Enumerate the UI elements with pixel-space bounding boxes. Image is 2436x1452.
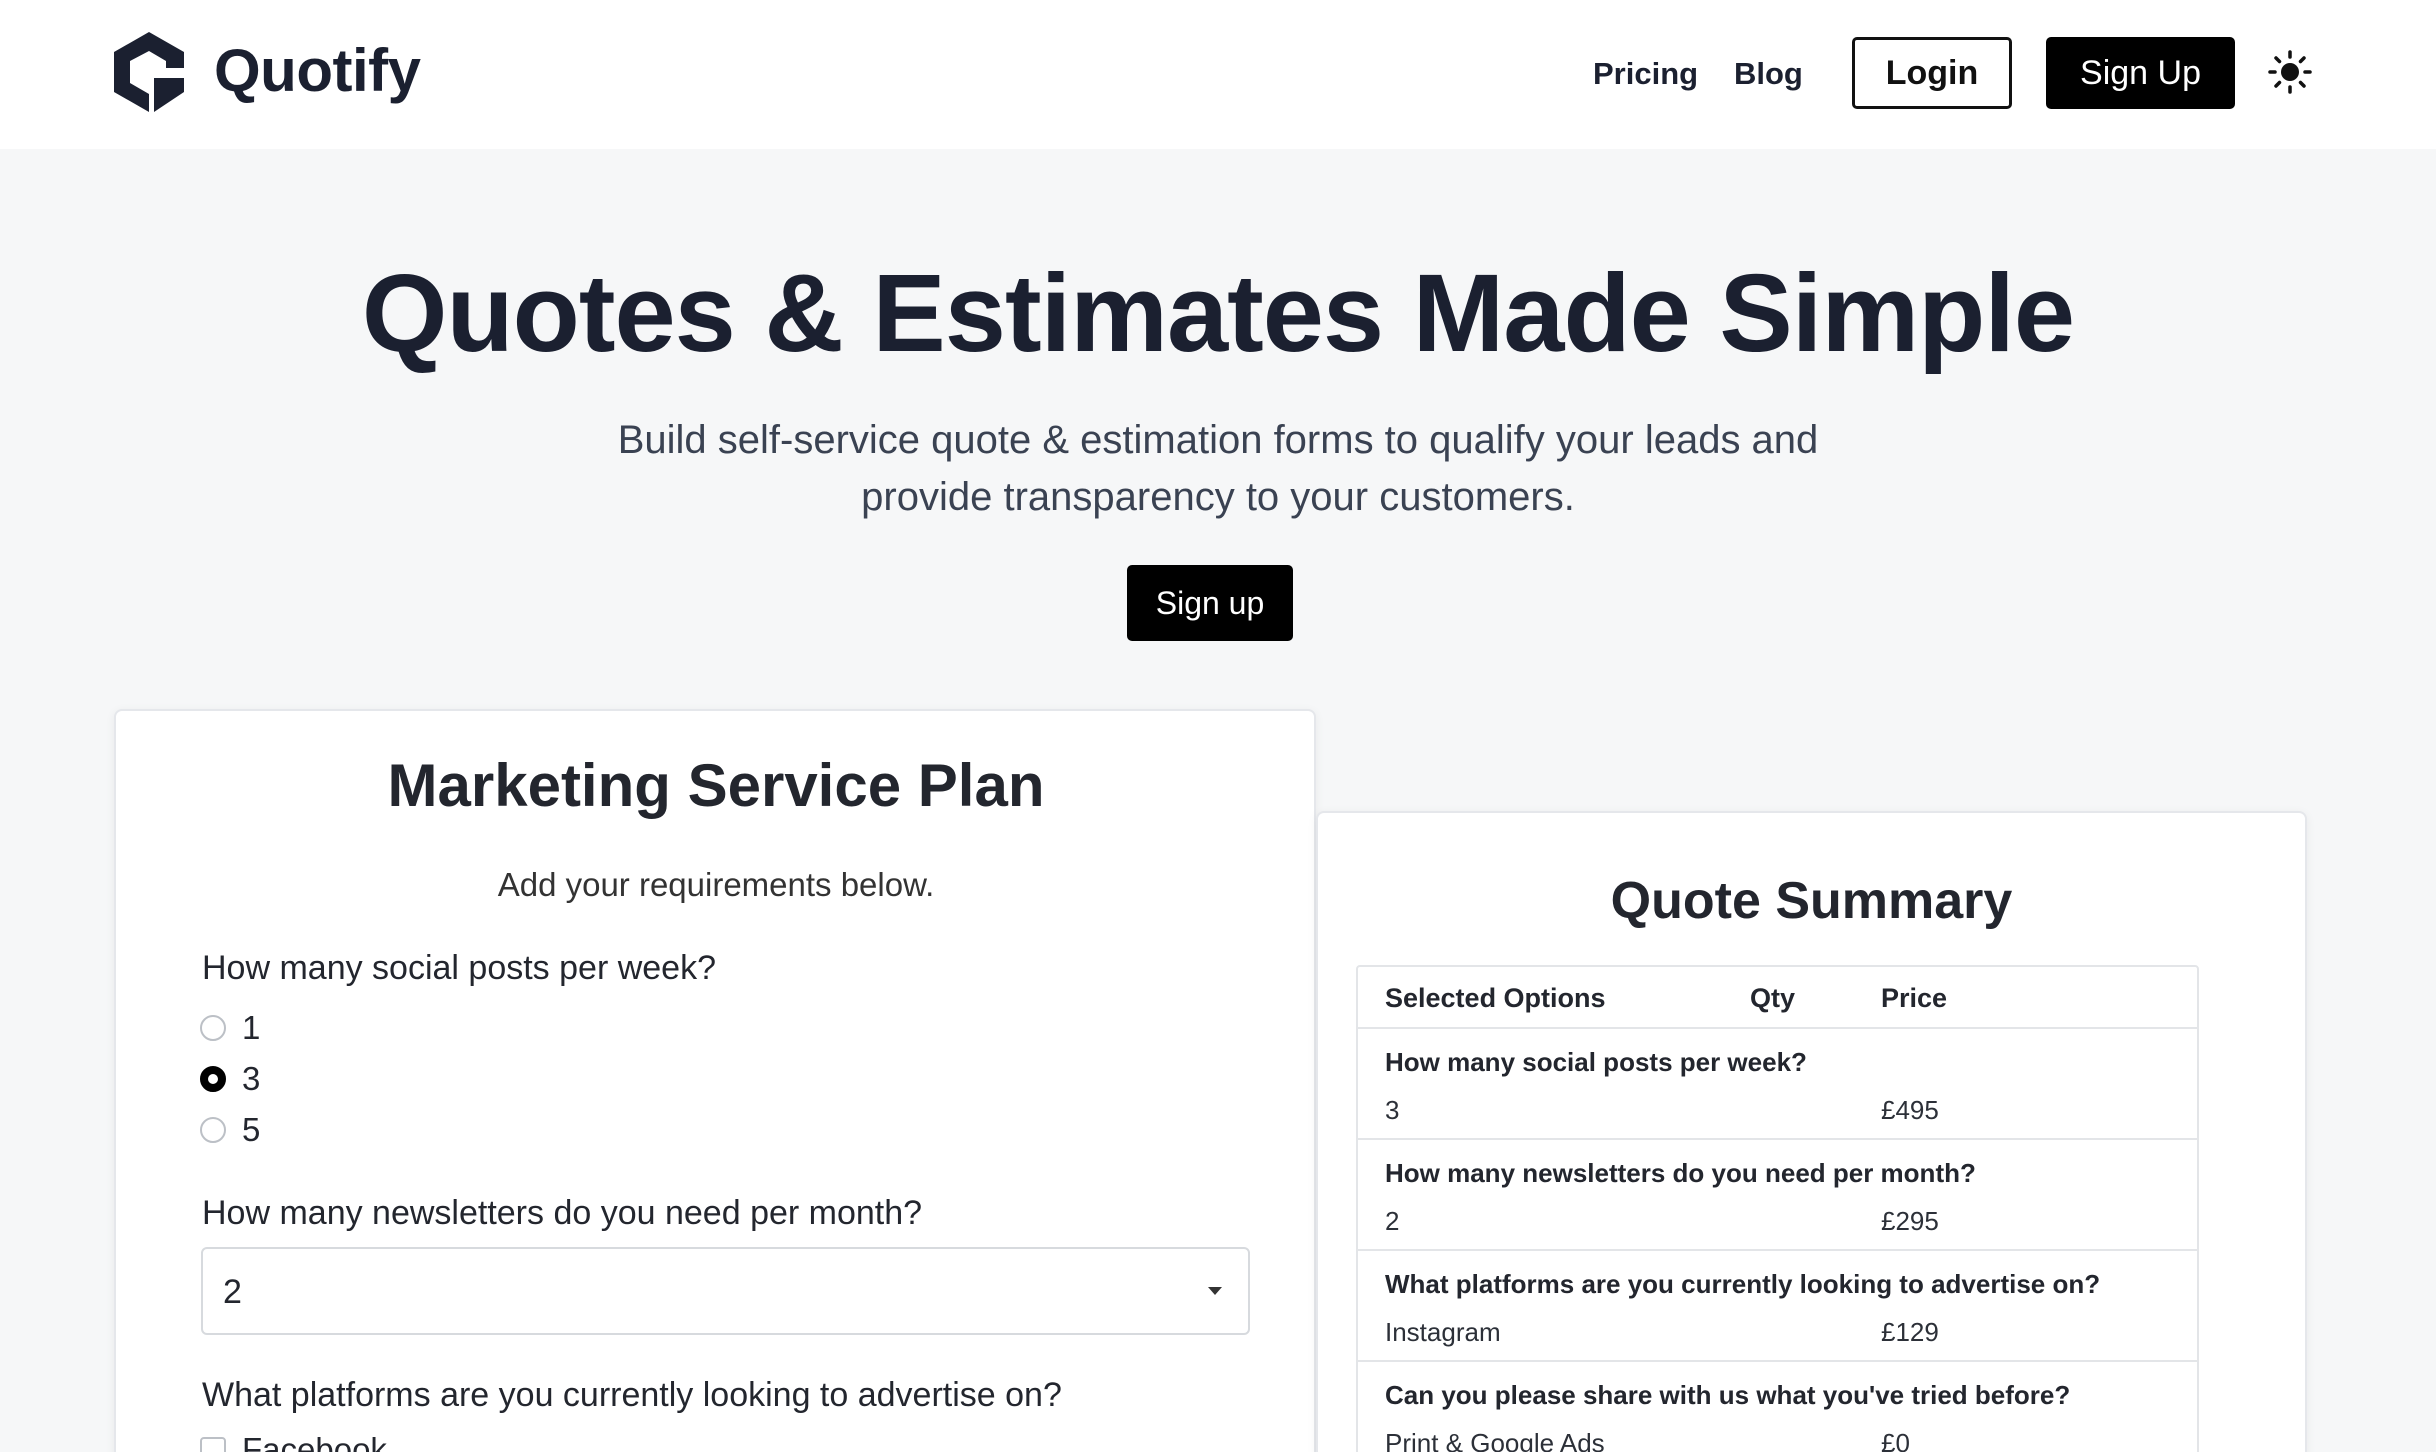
row-answer: 2 [1385,1206,1400,1236]
table-row: Can you please share with us what you've… [1358,1362,2197,1452]
row-question: Can you please share with us what you've… [1385,1380,2071,1410]
table-row: What platforms are you currently looking… [1358,1251,2197,1362]
quote-form-card: Marketing Service Plan Add your requirem… [114,709,1316,1452]
hero-subtitle: Build self-service quote & estimation fo… [0,412,2436,526]
question-newsletters-label: How many newsletters do you need per mon… [202,1194,923,1232]
form-title: Marketing Service Plan [387,752,1045,819]
summary-table-header: Selected Options Qty Price [1358,967,2197,1029]
brand-name[interactable]: Quotify [214,36,421,105]
row-price: £495 [1881,1095,1939,1125]
checkbox-label: Facebook [242,1431,387,1452]
question-platforms-label: What platforms are you currently looking… [202,1376,1062,1414]
hero-subtitle-line-2: provide transparency to your customers. [861,475,1575,519]
row-answer: Print & Google Ads [1385,1428,1605,1452]
quotify-logo-icon[interactable] [110,28,188,116]
row-price: £295 [1881,1206,1939,1236]
table-row: How many newsletters do you need per mon… [1358,1140,2197,1251]
top-navbar: Quotify Pricing Blog Login Sign Up [0,0,2436,149]
row-answer: 3 [1385,1095,1400,1125]
newsletters-select-value: 2 [223,1273,242,1311]
form-subtitle: Add your requirements below. [497,866,935,903]
hero-signup-button[interactable]: Sign up [1127,565,1293,641]
summary-table: Selected Options Qty Price How many soci… [1356,965,2199,1452]
nav-pricing-link[interactable]: Pricing [1593,56,1698,92]
hero-title: Quotes & Estimates Made Simple [361,252,2075,375]
question-social-posts-label: How many social posts per week? [202,949,717,987]
radio-label: 5 [242,1111,261,1148]
column-header-price: Price [1881,983,1948,1013]
row-answer: Instagram [1385,1317,1501,1347]
radio-button[interactable] [200,1117,226,1143]
row-price: £129 [1881,1317,1939,1347]
sun-icon[interactable] [2268,50,2312,94]
signup-button[interactable]: Sign Up [2046,37,2235,109]
row-question: How many newsletters do you need per mon… [1385,1158,1976,1188]
radio-option-3[interactable]: 3 [200,1060,260,1098]
nav-blog-link[interactable]: Blog [1734,56,1803,92]
radio-option-5[interactable]: 5 [200,1111,260,1149]
checkbox-option-facebook[interactable]: Facebook [200,1431,387,1452]
radio-label: 1 [242,1009,261,1046]
summary-title: Quote Summary [1610,872,2013,930]
row-question: What platforms are you currently looking… [1385,1269,2101,1299]
checkbox[interactable] [200,1437,226,1452]
column-header-options: Selected Options [1385,983,1606,1013]
radio-button[interactable] [200,1015,226,1041]
row-price: £0 [1881,1428,1910,1452]
quote-summary-card: Quote Summary Selected Options Qty Price… [1316,811,2307,1452]
radio-label: 3 [242,1060,261,1097]
column-header-qty: Qty [1750,983,1796,1013]
table-row: How many social posts per week? 3 £495 [1358,1029,2197,1140]
hero-subtitle-line-1: Build self-service quote & estimation fo… [617,418,1819,462]
radio-option-1[interactable]: 1 [200,1009,260,1047]
row-question: How many social posts per week? [1385,1047,1807,1077]
newsletters-select[interactable]: 2 [201,1247,1250,1335]
login-button[interactable]: Login [1852,37,2012,109]
chevron-down-icon [1208,1287,1222,1295]
radio-button-selected[interactable] [200,1066,226,1092]
